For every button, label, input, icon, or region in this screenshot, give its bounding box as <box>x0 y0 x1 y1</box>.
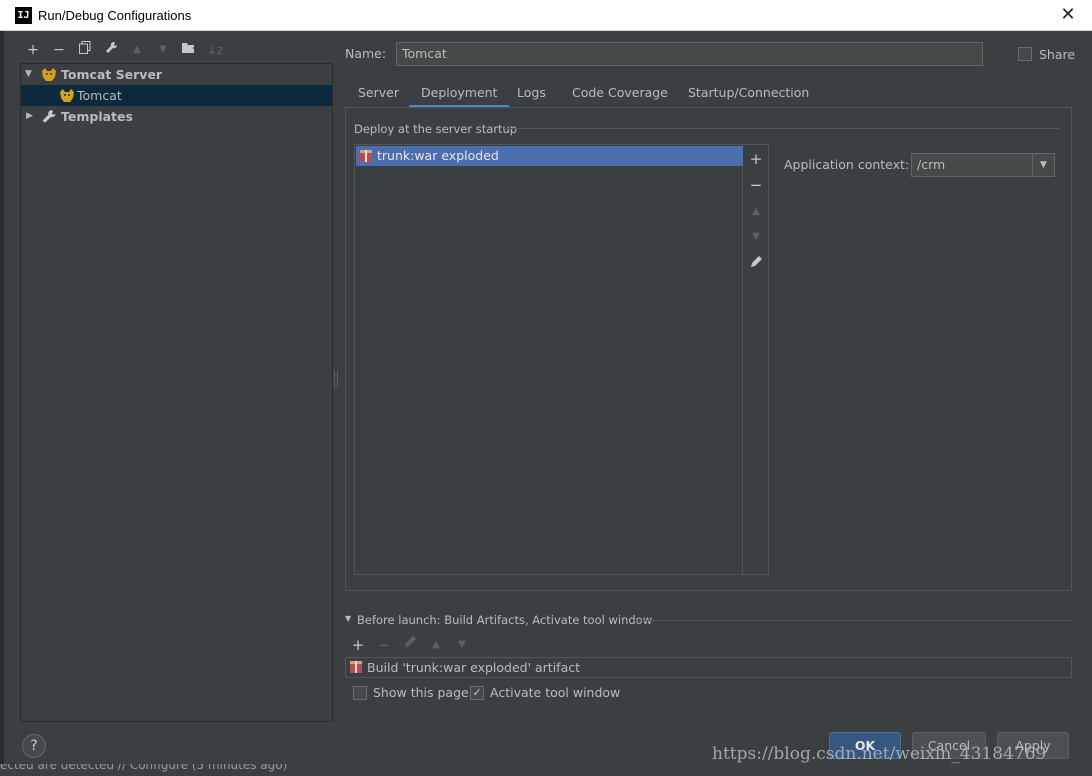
watermark: https://blog.csdn.net/weixin_43184769 <box>712 744 1047 764</box>
artifact-label: trunk:war exploded <box>377 148 499 163</box>
wrench-icon[interactable] <box>101 40 121 60</box>
deploy-list-toolbar: + − ▲ ▼ <box>743 144 769 575</box>
close-icon[interactable]: ✕ <box>1058 5 1078 25</box>
title-bar: IJ Run/Debug Configurations ✕ <box>0 0 1092 31</box>
name-input[interactable]: Tomcat <box>396 42 983 66</box>
folder-add-icon[interactable] <box>179 40 199 60</box>
arrow-down-icon[interactable]: ▼ <box>452 635 472 655</box>
activate-tool-window-checkbox[interactable]: ✓ <box>470 686 484 700</box>
before-launch-title[interactable]: Before launch: Build Artifacts, Activate… <box>357 613 652 627</box>
application-context-value: /crm <box>917 157 946 172</box>
chevron-right-icon[interactable]: ▶ <box>26 106 33 127</box>
list-item[interactable]: trunk:war exploded <box>356 146 743 166</box>
list-item[interactable]: Build 'trunk:war exploded' artifact <box>367 660 580 675</box>
wrench-icon <box>42 110 56 123</box>
tab-code-coverage[interactable]: Code Coverage <box>572 84 668 108</box>
minus-icon[interactable]: − <box>743 175 769 195</box>
ide-status-bar: ected are detected // Configure (5 minut… <box>0 764 1092 776</box>
arrow-up-icon[interactable]: ▲ <box>743 202 769 222</box>
name-label: Name: <box>345 46 387 61</box>
minus-icon[interactable]: − <box>374 635 394 655</box>
activate-tool-window-label: Activate tool window <box>490 685 621 700</box>
pencil-icon[interactable] <box>743 253 769 273</box>
chevron-down-icon[interactable]: ▼ <box>1032 154 1054 176</box>
intellij-app-icon: IJ <box>15 7 32 24</box>
collapse-arrow-icon[interactable]: ▼ <box>345 614 351 623</box>
share-checkbox[interactable] <box>1018 47 1032 61</box>
tomcat-icon <box>60 89 74 102</box>
tab-logs[interactable]: Logs <box>517 84 546 108</box>
help-button[interactable]: ? <box>22 734 46 758</box>
configurations-tree: ▼ Tomcat Server Tomcat ▶ Templates <box>20 63 333 722</box>
artifact-icon <box>360 150 372 162</box>
arrow-down-icon[interactable]: ▼ <box>153 40 173 60</box>
before-launch-divider <box>633 620 1072 621</box>
show-this-page-label: Show this page <box>373 685 469 700</box>
plus-icon[interactable]: + <box>348 635 368 655</box>
arrow-up-icon[interactable]: ▲ <box>127 40 147 60</box>
application-context-combo[interactable]: /crm ▼ <box>911 153 1055 177</box>
tree-label: Templates <box>61 109 133 124</box>
tab-deployment[interactable]: Deployment <box>409 84 510 108</box>
tree-node-templates[interactable]: ▶ Templates <box>21 106 332 127</box>
share-label: Share <box>1039 47 1076 62</box>
arrow-up-icon[interactable]: ▲ <box>426 635 446 655</box>
plus-icon[interactable]: + <box>23 40 43 60</box>
copy-icon[interactable] <box>75 40 95 60</box>
tomcat-icon <box>42 68 56 81</box>
window-title: Run/Debug Configurations <box>38 8 192 23</box>
artifact-icon <box>350 661 362 673</box>
deploy-artifact-list[interactable]: trunk:war exploded <box>354 144 743 575</box>
tree-label: Tomcat Server <box>61 67 163 82</box>
tree-node-tomcat[interactable]: Tomcat <box>21 85 332 106</box>
tab-server[interactable]: Server <box>358 84 399 108</box>
application-context-label: Application context: <box>784 157 910 172</box>
tree-node-tomcat-server[interactable]: ▼ Tomcat Server <box>21 64 332 85</box>
before-launch-list[interactable]: Build 'trunk:war exploded' artifact <box>345 657 1072 678</box>
sort-icon[interactable]: ↓z <box>205 40 225 60</box>
show-this-page-checkbox[interactable] <box>353 686 367 700</box>
deploy-group-title: Deploy at the server startup <box>354 122 518 136</box>
minus-icon[interactable]: − <box>49 40 69 60</box>
group-divider <box>504 128 1060 129</box>
tree-label: Tomcat <box>77 88 122 103</box>
plus-icon[interactable]: + <box>743 149 769 169</box>
arrow-down-icon[interactable]: ▼ <box>743 227 769 247</box>
background-window-edge <box>0 31 4 776</box>
chevron-down-icon[interactable]: ▼ <box>25 64 32 85</box>
tab-startup-connection[interactable]: Startup/Connection <box>688 84 809 108</box>
pencil-icon[interactable] <box>400 635 420 655</box>
status-text: ected are detected // Configure (5 minut… <box>0 764 288 772</box>
splitter-handle[interactable] <box>334 372 338 388</box>
